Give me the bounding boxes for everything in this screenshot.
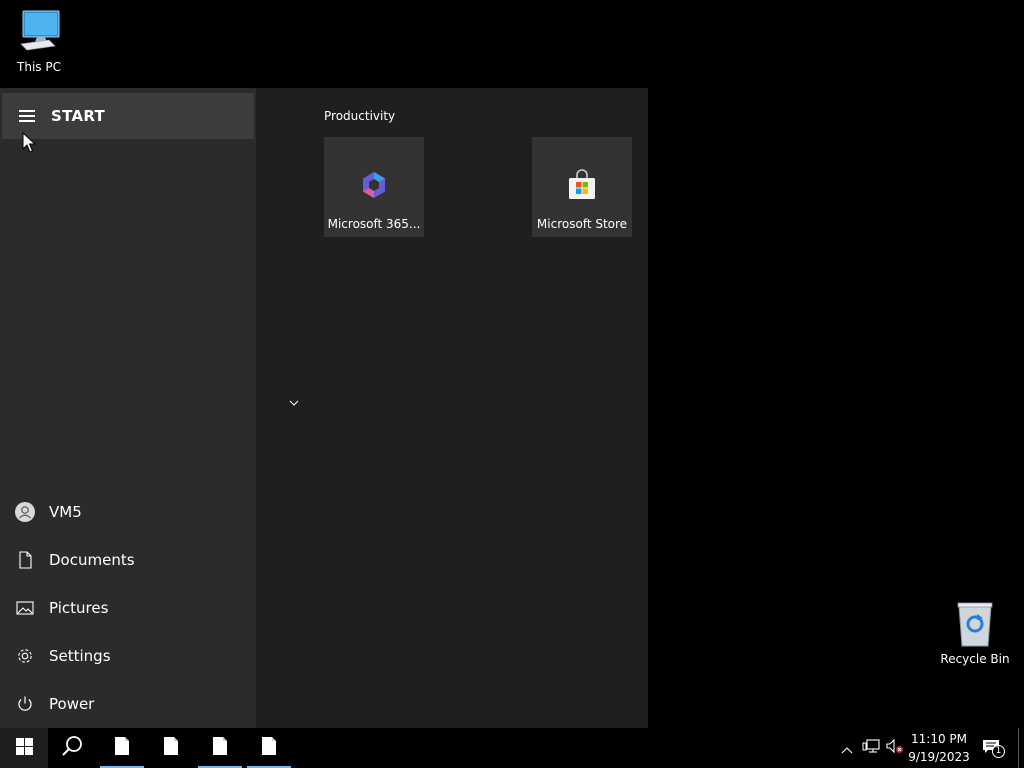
gear-icon [15,646,35,666]
search-icon [61,735,83,761]
taskbar-app-button[interactable] [147,728,195,768]
start-item-label: Power [49,695,95,713]
tile-microsoft-365[interactable]: Microsoft 365... [324,137,424,237]
mouse-cursor-icon [22,131,37,154]
start-item-documents[interactable]: Documents [0,536,256,584]
start-item-settings[interactable]: Settings [0,632,256,680]
file-icon [163,736,179,760]
start-item-label: Documents [49,551,135,569]
show-hidden-icons-button[interactable] [838,728,856,768]
start-item-power[interactable]: Power [0,680,256,728]
start-menu: START VM5 Documents Pictures Settings Po… [0,88,648,728]
desktop-icon-recycle-bin[interactable]: Recycle Bin [937,600,1013,666]
taskbar-clock[interactable]: 11:10 PM 9/19/2023 [906,728,972,768]
action-center-button[interactable]: 1 [978,728,1008,768]
network-tray-button[interactable] [860,728,882,768]
file-icon [114,736,130,760]
desktop-icon-this-pc[interactable]: This PC [1,8,77,74]
start-button[interactable] [0,728,48,768]
taskbar-app-button[interactable] [245,728,293,768]
hamburger-menu-icon [19,110,35,122]
microsoft-store-icon [566,169,598,201]
notification-count-badge: 1 [992,745,1005,758]
recycle-bin-icon [951,600,999,648]
volume-tray-button[interactable] [884,728,906,768]
start-menu-title: START [51,107,106,125]
desktop-icon-label: This PC [17,60,61,74]
start-item-label: VM5 [49,503,82,521]
desktop-icon-label: Recycle Bin [940,652,1010,666]
chevron-up-icon [841,739,853,758]
microsoft-365-icon [358,169,390,201]
document-icon [15,550,35,570]
clock-time: 11:10 PM [911,732,967,746]
start-item-label: Settings [49,647,111,665]
start-item-pictures[interactable]: Pictures [0,584,256,632]
clock-date: 9/19/2023 [908,750,970,764]
taskbar-app-button[interactable] [196,728,244,768]
taskbar-app-button[interactable] [98,728,146,768]
windows-logo-icon [15,737,33,759]
desktop: This PC Recycle Bin START VM5 Documents … [0,0,1024,728]
power-icon [15,694,35,714]
show-desktop-button[interactable] [1018,728,1024,768]
tile-label: Microsoft Store [536,217,628,231]
computer-icon [15,8,63,56]
start-item-user[interactable]: VM5 [0,488,256,536]
file-icon [212,736,228,760]
tile-label: Microsoft 365... [327,217,421,231]
tile-microsoft-store[interactable]: Microsoft Store [532,137,632,237]
user-avatar-icon [15,502,35,522]
taskbar-search-button[interactable] [48,728,96,768]
tile-group-title[interactable]: Productivity [324,109,395,123]
file-icon [261,736,277,760]
start-menu-header-button[interactable]: START [2,93,254,139]
taskbar: 11:10 PM 9/19/2023 1 [0,728,1024,768]
start-item-label: Pictures [49,599,109,617]
start-tiles-area: Productivity Microsoft 365... Microsoft … [256,88,648,728]
pictures-icon [15,598,35,618]
notification-icon: 1 [982,738,1005,758]
chevron-down-icon[interactable] [288,394,300,406]
start-menu-left-rail: START VM5 Documents Pictures Settings Po… [0,88,256,728]
volume-muted-icon [886,738,904,758]
network-icon [862,738,880,758]
